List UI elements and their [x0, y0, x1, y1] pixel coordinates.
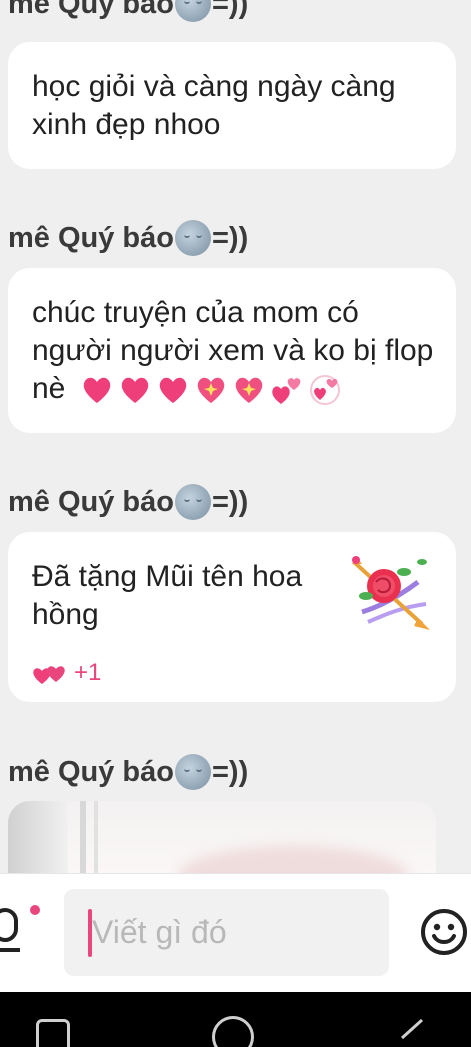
moon-face-emoji-icon — [175, 484, 211, 520]
sender-suffix: =)) — [212, 755, 249, 788]
back-icon[interactable] — [396, 1018, 426, 1047]
rose-arrow-gift-icon — [352, 556, 430, 630]
microphone-icon[interactable] — [0, 908, 26, 958]
emoji-icon[interactable] — [420, 908, 468, 956]
heart-emoji-icon — [159, 377, 186, 404]
home-icon[interactable] — [212, 1016, 254, 1047]
sender-suffix: =)) — [212, 221, 249, 254]
message-input[interactable] — [92, 914, 352, 951]
sparkling-heart-emoji-icon — [235, 377, 262, 404]
system-nav-bar — [0, 992, 471, 1047]
two-hearts-emoji-icon — [271, 378, 301, 405]
message-text: học giỏi và càng ngày càng xinh đẹp nhoo — [32, 70, 396, 141]
chat-area[interactable]: mê Quý báo =)) học giỏi và càng ngày càn… — [0, 0, 471, 873]
notification-dot — [30, 905, 40, 915]
moon-face-emoji-icon — [175, 0, 211, 22]
message-sender: mê Quý báo =)) — [8, 0, 248, 22]
message-sender: mê Quý báo =)) — [8, 220, 248, 256]
sender-name: mê Quý báo — [8, 221, 174, 254]
sender-name: mê Quý báo — [8, 485, 174, 518]
sparkling-heart-emoji-icon — [197, 377, 224, 404]
gift-text: Đã tặng Mũi tên hoa hồng — [32, 560, 303, 631]
message-sender: mê Quý báo =)) — [8, 754, 248, 790]
heart-emojis — [80, 373, 342, 407]
message-bubble[interactable]: học giỏi và càng ngày càng xinh đẹp nhoo — [8, 42, 456, 169]
recent-apps-icon[interactable] — [36, 1019, 70, 1047]
reaction[interactable]: +1 — [32, 654, 434, 692]
moon-face-emoji-icon — [175, 754, 211, 790]
message-input-container[interactable] — [64, 889, 389, 976]
revolving-hearts-emoji-icon — [309, 375, 340, 406]
sender-suffix: =)) — [212, 485, 249, 518]
message-sender: mê Quý báo =)) — [8, 484, 248, 520]
message-bubble[interactable]: chúc truyện của mom có người người xem v… — [8, 268, 456, 433]
sender-name: mê Quý báo — [8, 755, 174, 788]
reaction-count: +1 — [74, 659, 102, 686]
heart-emoji-icon — [121, 377, 148, 404]
gift-message-bubble[interactable]: Đã tặng Mũi tên hoa hồng +1 — [8, 532, 456, 702]
two-hearts-reaction-icon — [33, 666, 65, 684]
sender-name: mê Quý báo — [8, 0, 174, 20]
image-message[interactable] — [8, 801, 436, 873]
heart-emoji-icon — [83, 377, 110, 404]
sender-suffix: =)) — [212, 0, 249, 20]
moon-face-emoji-icon — [175, 220, 211, 256]
